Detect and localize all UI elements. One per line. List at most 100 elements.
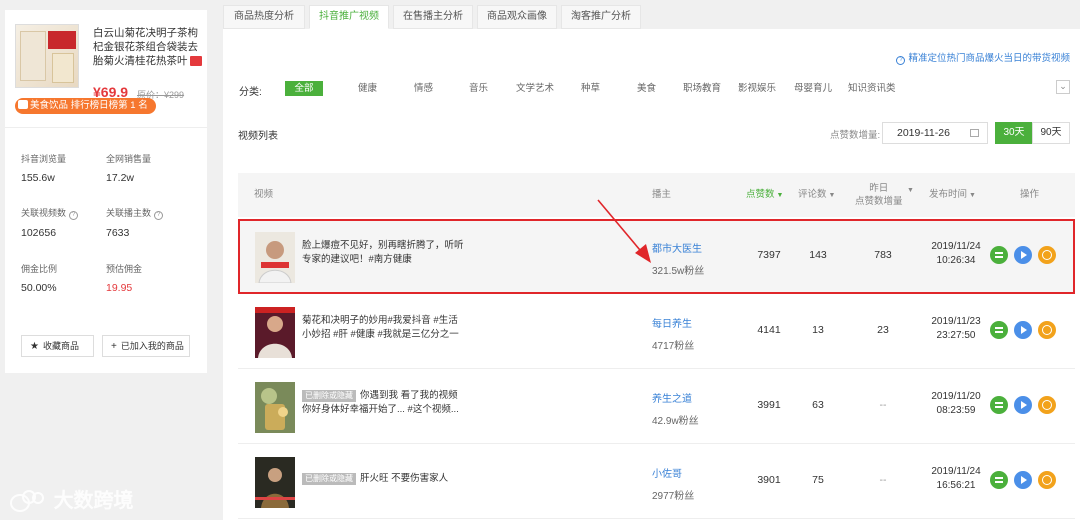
- detail-icon[interactable]: [990, 396, 1008, 414]
- author-fans: 42.9w粉丝: [652, 416, 699, 427]
- sort-icon[interactable]: ▼: [907, 169, 914, 213]
- video-thumbnail[interactable]: [255, 232, 295, 283]
- publish-time: 2019/11/24 10:26:34: [931, 241, 981, 266]
- category-label: 分类:: [239, 87, 262, 98]
- category-career[interactable]: 职场教育: [683, 81, 721, 96]
- product-thumbnail[interactable]: [15, 24, 79, 88]
- sort-icon: ▼: [828, 192, 836, 199]
- range-90-button[interactable]: 90天: [1032, 122, 1070, 144]
- stat-total-sales: 全网销售量 17.2w: [106, 154, 152, 184]
- table-row[interactable]: 菊花和决明子的妙用#我爱抖音 #生活小妙招 #肝 #健康 #我就是三亿分之一 每…: [238, 294, 1075, 369]
- deleted-tag: 已删除或隐藏: [302, 473, 356, 485]
- tab-taoke[interactable]: 淘客推广分析: [561, 5, 641, 29]
- table-row[interactable]: 脸上爆痘不见好，别再瞎折腾了，听听专家的建议吧！#南方健康 都市大医生 321.…: [238, 219, 1075, 294]
- table-row[interactable]: 已删除或隐藏 肝火旺 不要伤害家人 小佐哥 2977粉丝 3901 75 -- 2…: [238, 444, 1075, 519]
- category-all[interactable]: 全部: [285, 81, 323, 96]
- video-title[interactable]: 菊花和决明子的妙用#我爱抖音 #生活小妙招 #肝 #健康 #我就是三亿分之一: [302, 314, 467, 342]
- video-title[interactable]: 已删除或隐藏 肝火旺 不要伤害家人: [302, 472, 467, 486]
- author-fans: 2977粉丝: [652, 491, 695, 502]
- category-parenting[interactable]: 母婴育儿: [794, 81, 832, 96]
- play-icon[interactable]: [1014, 246, 1032, 264]
- stat-estimated-commission: 预估佣金 19.95: [106, 264, 143, 294]
- tab-audience[interactable]: 商品观众画像: [477, 5, 557, 29]
- plus-icon: +: [111, 341, 117, 352]
- comments-value: 13: [812, 324, 824, 336]
- help-icon: ?: [896, 56, 906, 65]
- stat-related-authors: 关联播主数? 7633: [106, 206, 196, 239]
- detail-icon[interactable]: [990, 321, 1008, 339]
- bag-icon: [18, 100, 28, 109]
- chevron-down-icon[interactable]: ⌄: [1056, 80, 1070, 94]
- author-link[interactable]: 小佐哥: [652, 465, 682, 480]
- add-product-button[interactable]: + 已加入我的商品: [102, 335, 190, 357]
- table-row[interactable]: 已删除或隐藏 你遇到我 看了我的视频你好身体好幸福开始了... #这个视频... …: [238, 369, 1075, 444]
- divider: [5, 127, 207, 128]
- stat-douyin-views: 抖音浏览量 155.6w: [21, 154, 67, 184]
- category-knowledge[interactable]: 知识资讯类: [848, 81, 896, 96]
- sort-icon: ▼: [969, 192, 976, 199]
- rank-badge: 美食饮品 排行榜日榜第 1 名: [15, 98, 156, 114]
- favorite-button[interactable]: ★ 收藏商品: [21, 335, 94, 357]
- watermark: 大数跨境: [10, 484, 134, 516]
- table-header: 视频 播主 点赞数 ▼ 评论数 ▼ 昨日 点赞数增量 ▼ 发布时间 ▼ 操作: [238, 173, 1075, 217]
- comments-value: 75: [812, 474, 824, 486]
- detail-icon[interactable]: [990, 246, 1008, 264]
- calendar-icon: [970, 129, 979, 137]
- col-publish-time[interactable]: 发布时间 ▼: [929, 173, 976, 218]
- video-title[interactable]: 脸上爆痘不见好，别再瞎折腾了，听听专家的建议吧！#南方健康: [302, 239, 467, 267]
- sort-down-icon: ▼: [776, 192, 784, 199]
- range-30-button[interactable]: 30天: [995, 122, 1033, 144]
- help-icon[interactable]: ?: [69, 211, 79, 220]
- hint-link[interactable]: ? 精准定位热门商品爆火当日的带货视频: [896, 50, 1070, 65]
- tab-authors[interactable]: 在售播主分析: [393, 5, 473, 29]
- publish-time: 2019/11/24 16:56:21: [931, 466, 981, 491]
- category-literature[interactable]: 文学艺术: [516, 81, 554, 96]
- comments-value: 63: [812, 399, 824, 411]
- date-picker[interactable]: 2019-11-26: [882, 122, 988, 144]
- col-comments[interactable]: 评论数 ▼: [798, 173, 835, 218]
- tab-douyin-videos[interactable]: 抖音推广视频: [309, 5, 389, 29]
- author-fans: 321.5w粉丝: [652, 266, 705, 277]
- category-emotion[interactable]: 情感: [414, 81, 433, 96]
- col-author: 播主: [652, 189, 672, 200]
- tab-product-heat[interactable]: 商品热度分析: [223, 5, 305, 29]
- author-link[interactable]: 都市大医生: [652, 240, 702, 255]
- star-icon: ★: [30, 341, 39, 352]
- help-icon[interactable]: ?: [154, 211, 164, 220]
- video-thumbnail[interactable]: [255, 457, 295, 508]
- play-icon[interactable]: [1014, 471, 1032, 489]
- play-icon[interactable]: [1014, 396, 1032, 414]
- product-panel: 白云山菊花决明子茶枸杞金银花茶组合袋装去胎菊火清桂花热茶叶 ¥69.9 原价：¥…: [5, 10, 207, 373]
- target-icon[interactable]: [1038, 246, 1056, 264]
- col-likes[interactable]: 点赞数 ▼: [746, 173, 783, 218]
- author-fans: 4717粉丝: [652, 341, 695, 352]
- video-thumbnail[interactable]: [255, 307, 295, 358]
- target-icon[interactable]: [1038, 321, 1056, 339]
- category-seeding[interactable]: 种草: [581, 81, 600, 96]
- category-music[interactable]: 音乐: [469, 81, 488, 96]
- col-video: 视频: [254, 189, 274, 200]
- author-link[interactable]: 养生之道: [652, 390, 692, 405]
- category-film[interactable]: 影视娱乐: [738, 81, 776, 96]
- watermark-logo-icon: [10, 488, 48, 516]
- play-icon[interactable]: [1014, 321, 1032, 339]
- publish-time: 2019/11/20 08:23:59: [931, 391, 981, 416]
- target-icon[interactable]: [1038, 396, 1056, 414]
- product-title[interactable]: 白云山菊花决明子茶枸杞金银花茶组合袋装去胎菊火清桂花热茶叶: [93, 26, 205, 68]
- daily-likes-value: --: [879, 399, 887, 411]
- daily-likes-value: 783: [874, 249, 892, 261]
- target-icon[interactable]: [1038, 471, 1056, 489]
- video-thumbnail[interactable]: [255, 382, 295, 433]
- publish-time: 2019/11/23 23:27:50: [931, 316, 981, 341]
- detail-icon[interactable]: [990, 471, 1008, 489]
- main-content: ? 精准定位热门商品爆火当日的带货视频 分类: 全部 健康 情感 音乐 文学艺术 …: [223, 29, 1080, 520]
- video-list-title: 视频列表: [238, 131, 278, 142]
- col-ops: 操作: [1020, 189, 1040, 200]
- video-title[interactable]: 已删除或隐藏 你遇到我 看了我的视频你好身体好幸福开始了... #这个视频...: [302, 389, 467, 417]
- category-food[interactable]: 美食: [637, 81, 656, 96]
- tmall-icon: [189, 56, 202, 67]
- author-link[interactable]: 每日养生: [652, 315, 692, 330]
- date-filter-label: 点赞数增量:: [830, 130, 881, 141]
- category-health[interactable]: 健康: [358, 81, 377, 96]
- col-daily-likes[interactable]: 昨日 点赞数增量: [855, 182, 903, 208]
